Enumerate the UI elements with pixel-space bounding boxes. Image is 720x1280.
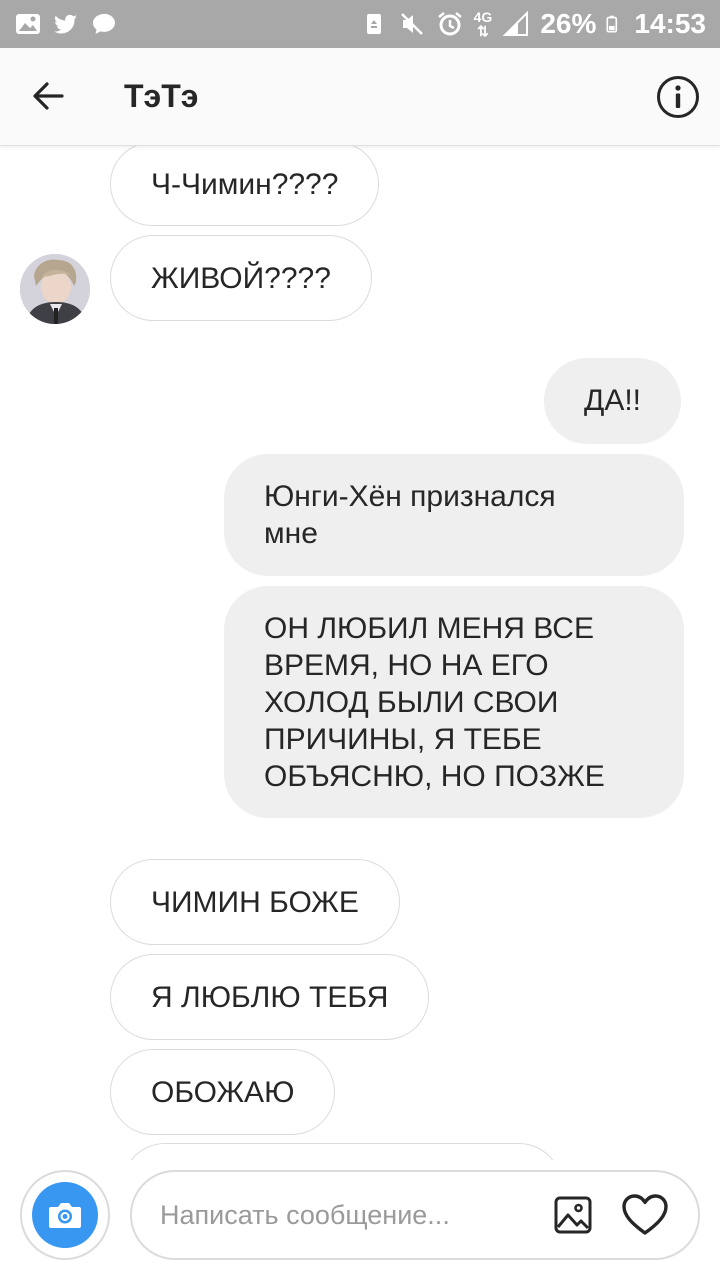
message-list[interactable]: Ч-Чимин???? ЖИВОЙ???? ДА!! Юнги-Хён приз… xyxy=(0,146,720,1160)
message-bubble-incoming[interactable]: ЧИМИН БОЖЕ xyxy=(110,859,400,945)
info-icon xyxy=(657,76,699,118)
message-bubble-incoming[interactable] xyxy=(122,1143,562,1160)
message-bubble-incoming[interactable]: ОБОЖАЮ xyxy=(110,1049,336,1135)
chat-icon xyxy=(93,13,115,34)
battery-icon xyxy=(606,15,618,33)
clock: 14:53 xyxy=(634,8,706,39)
camera-button-fill xyxy=(32,1182,98,1248)
message-bubble-incoming[interactable]: Я ЛЮБЛЮ ТЕБЯ xyxy=(110,954,430,1040)
conversation-title[interactable]: ТэТэ xyxy=(124,78,198,114)
gallery-button[interactable] xyxy=(548,1190,598,1240)
twitter-icon xyxy=(54,14,77,34)
gallery-icon xyxy=(16,14,40,34)
status-bar: 4G ⇅ 26% 14:53 xyxy=(0,0,720,48)
recycle-icon xyxy=(366,14,381,34)
heart-icon xyxy=(622,1194,668,1235)
alarm-icon xyxy=(437,12,462,36)
like-button[interactable] xyxy=(618,1190,672,1240)
camera-icon xyxy=(49,1203,81,1228)
mute-icon xyxy=(400,13,423,35)
message-bubble-outgoing[interactable]: ДА!! xyxy=(544,358,681,444)
chat-header: ТэТэ xyxy=(0,48,720,146)
message-composer xyxy=(0,1160,720,1280)
battery-percent: 26% xyxy=(540,8,597,39)
message-bubble-outgoing[interactable]: Юнги-Хён признался мне xyxy=(224,454,684,576)
message-input[interactable] xyxy=(160,1172,540,1258)
message-bubble-incoming[interactable]: ЖИВОЙ???? xyxy=(110,235,372,321)
back-button[interactable] xyxy=(24,72,72,120)
message-bubble-incoming[interactable]: Ч-Чимин???? xyxy=(110,146,380,226)
message-bubble-outgoing[interactable]: ОН ЛЮБИЛ МЕНЯ ВСЕ ВРЕМЯ, НО НА ЕГО ХОЛОД… xyxy=(224,586,684,818)
network-arrows: ⇅ xyxy=(477,23,489,39)
profile-photo xyxy=(20,254,90,324)
message-input-container xyxy=(130,1170,700,1260)
image-icon xyxy=(554,1196,592,1234)
camera-button[interactable] xyxy=(20,1170,110,1260)
signal-icon xyxy=(502,10,529,36)
arrow-left-icon xyxy=(33,82,64,110)
avatar[interactable] xyxy=(20,254,90,324)
network-label: 4G xyxy=(473,9,493,25)
info-button[interactable] xyxy=(654,73,702,121)
